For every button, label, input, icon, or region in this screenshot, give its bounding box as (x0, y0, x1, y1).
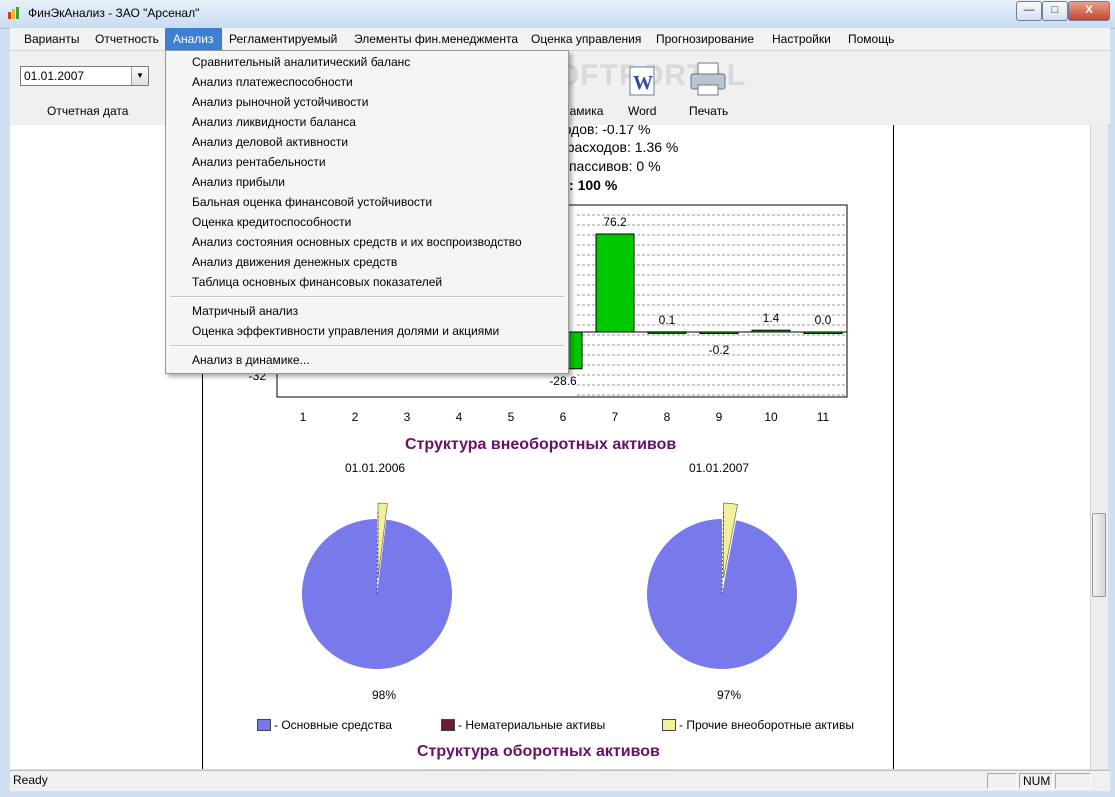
scrollbar-thumb[interactable] (1092, 513, 1106, 597)
menu-variants[interactable]: Варианты (16, 28, 87, 50)
legend-swatch-fixed-assets (257, 719, 271, 731)
maximize-button[interactable]: □ (1042, 1, 1068, 21)
legend-fixed-assets: - Основные средства (274, 718, 393, 732)
menu-analysis[interactable]: Анализ (165, 28, 222, 50)
close-button[interactable]: X (1068, 1, 1110, 21)
word-icon[interactable]: W (624, 63, 660, 99)
bar (647, 331, 687, 334)
pie-chart-2007 (647, 502, 797, 669)
menu-item-profitability[interactable]: Анализ рентабельности (192, 155, 326, 169)
menu-help[interactable]: Помощь (840, 28, 902, 50)
x-tick-label: 8 (664, 410, 671, 424)
report-date-value: 01.01.2007 (24, 69, 85, 83)
bar-value-label: -28.6 (549, 374, 577, 388)
bar (751, 329, 791, 333)
bar (595, 233, 635, 333)
pie-date-left: 01.01.2006 (345, 461, 406, 475)
menu-bar: Варианты Отчетность Анализ Регламентируе… (10, 28, 1110, 51)
menu-regulated[interactable]: Регламентируемый (221, 28, 345, 50)
menu-settings[interactable]: Настройки (764, 28, 839, 50)
legend-swatch-intangible (441, 719, 455, 731)
analysis-menu-dropdown: Сравнительный аналитический баланс Анали… (165, 50, 569, 374)
x-tick-label: 5 (508, 410, 515, 424)
pie-chart-2006 (302, 502, 452, 669)
menu-item-dynamics[interactable]: Анализ в динамике... (192, 353, 310, 367)
window-title: ФинЭкАнализ - ЗАО "Арсенал" (28, 6, 200, 20)
minimize-button[interactable]: — (1016, 1, 1042, 21)
print-button-label[interactable]: Печать (689, 104, 728, 118)
menu-item-solvency[interactable]: Анализ платежеспособности (192, 75, 353, 89)
menu-item-liquidity[interactable]: Анализ ликвидности баланса (192, 115, 356, 129)
legend-intangible: - Нематериальные активы (458, 718, 606, 732)
status-text: Ready (13, 773, 48, 787)
bar (699, 331, 739, 334)
bar (803, 331, 843, 334)
menu-item-creditworthiness[interactable]: Оценка кредитоспособности (192, 215, 351, 229)
printer-icon[interactable] (688, 61, 728, 99)
status-num: NUM (1019, 773, 1053, 789)
vertical-scrollbar[interactable] (1090, 125, 1108, 769)
app-icon (8, 7, 19, 19)
x-tick-label: 10 (764, 410, 778, 424)
menu-reports[interactable]: Отчетность (87, 28, 167, 50)
menu-management-evaluation[interactable]: Оценка управления (523, 28, 649, 50)
x-tick-label: 7 (612, 410, 619, 424)
menu-item-fixed-assets[interactable]: Анализ состояния основных средств и их в… (192, 235, 522, 249)
x-tick-label: 1 (300, 410, 307, 424)
menu-separator (170, 345, 564, 347)
x-tick-label: 3 (404, 410, 411, 424)
x-tick-label: 4 (456, 410, 463, 424)
bar-value-label: 76.2 (603, 215, 627, 229)
pie-section-title: Структура внеоборотных активов (405, 436, 677, 453)
menu-item-indicators-table[interactable]: Таблица основных финансовых показателей (192, 275, 442, 289)
menu-item-stability-score[interactable]: Бальная оценка финансовой устойчивости (192, 195, 432, 209)
title-bar: ФинЭкАнализ - ЗАО "Арсенал" — □ X (0, 0, 1115, 29)
next-section-title: Структура оборотных активов (417, 743, 660, 760)
menu-fin-management[interactable]: Элементы фин.менеджмента (346, 28, 526, 50)
status-panel-scroll (1055, 773, 1091, 789)
bar-value-label: -0.2 (709, 343, 730, 357)
chevron-down-icon[interactable]: ▼ (131, 67, 148, 85)
report-date-label: Отчетная дата (47, 104, 129, 118)
menu-item-comparative-balance[interactable]: Сравнительный аналитический баланс (192, 55, 410, 69)
pie-percent-left: 98% (372, 688, 397, 702)
menu-item-profit[interactable]: Анализ прибыли (192, 175, 285, 189)
bar-value-label: 0.1 (659, 313, 676, 327)
status-panel-caps (987, 773, 1017, 789)
menu-separator (170, 296, 564, 298)
svg-text:W: W (633, 72, 653, 94)
bar-value-label: 0.0 (815, 313, 832, 327)
legend-swatch-other (662, 719, 676, 731)
menu-item-cash-flow[interactable]: Анализ движения денежных средств (192, 255, 397, 269)
x-tick-label: 11 (817, 410, 830, 424)
bar-value-label: 1.4 (763, 311, 780, 325)
menu-item-market-stability[interactable]: Анализ рыночной устойчивости (192, 95, 368, 109)
dynamics-button-label[interactable]: намика (563, 104, 603, 118)
word-button-label[interactable]: Word (628, 104, 656, 118)
x-tick-label: 6 (560, 410, 567, 424)
status-bar: Ready NUM (10, 770, 1110, 791)
menu-item-matrix[interactable]: Матричный анализ (192, 304, 298, 318)
pie-percent-right: 97% (717, 688, 742, 702)
menu-forecasting[interactable]: Прогнозирование (648, 28, 762, 50)
menu-item-business-activity[interactable]: Анализ деловой активности (192, 135, 348, 149)
pie-date-right: 01.01.2007 (689, 461, 750, 475)
report-date-select[interactable]: 01.01.2007 ▼ (20, 66, 149, 86)
x-tick-label: 2 (352, 410, 359, 424)
menu-item-share-management[interactable]: Оценка эффективности управления долями и… (192, 324, 499, 338)
x-tick-label: 9 (716, 410, 723, 424)
legend-other: - Прочие внеоборотные активы (679, 718, 854, 732)
